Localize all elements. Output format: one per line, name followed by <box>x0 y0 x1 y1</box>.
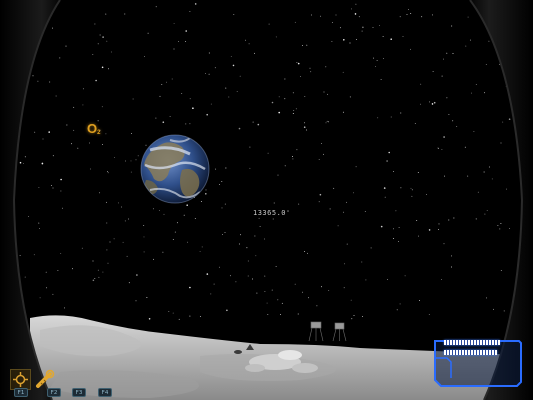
distance-readout: 13365.0 <box>253 209 287 217</box>
hotbar-key-4[interactable]: F4 <box>98 388 112 397</box>
oxygen-label: O <box>87 121 98 136</box>
gauge-frame <box>434 340 522 387</box>
crosshair-gear-icon <box>13 372 28 387</box>
gauge-bar-bottom <box>444 350 497 355</box>
hotbar-key-2: F2 <box>47 388 61 397</box>
hotbar-key-1: F1 <box>14 388 28 397</box>
hotbar-slot-1[interactable] <box>10 369 31 390</box>
hotbar: F1 F2 F3 F4 <box>10 369 120 400</box>
status-gauge-panel <box>433 338 523 387</box>
oxygen-subscript: 2 <box>97 130 101 136</box>
oxygen-indicator: O2 <box>87 121 100 136</box>
hotbar-key-3[interactable]: F3 <box>72 388 86 397</box>
gauge-bar-top <box>444 340 501 345</box>
game-viewport[interactable]: O2 13365.0 F1 F2 F3 F4 <box>0 0 533 400</box>
hotbar-slot-2[interactable] <box>34 369 55 390</box>
wrench-icon <box>36 369 55 388</box>
